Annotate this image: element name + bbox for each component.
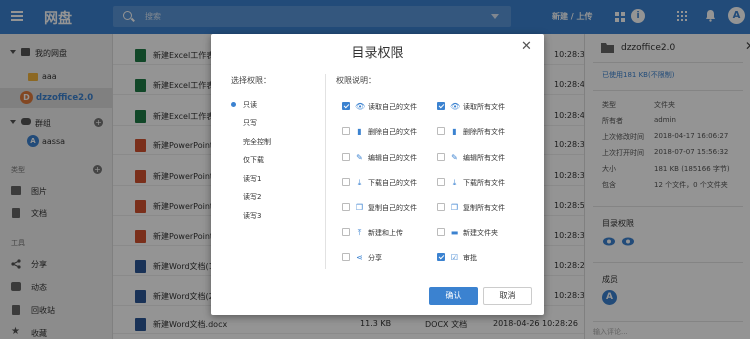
checkbox[interactable] — [342, 102, 350, 110]
radio-dot — [231, 157, 236, 162]
checkbox[interactable] — [437, 203, 445, 211]
copy-all-icon: ❐ — [450, 203, 459, 212]
permission-explain-label: 权限说明： — [336, 76, 376, 85]
checkbox[interactable] — [437, 178, 445, 186]
upload-icon: ⤒ — [357, 228, 362, 237]
download-icon: ⤓ — [357, 178, 362, 187]
copy-icon: ❐ — [355, 203, 364, 212]
column-divider — [325, 74, 326, 269]
checkbox[interactable] — [437, 253, 445, 261]
radio-dot — [231, 176, 236, 181]
cancel-button[interactable]: 取消 — [483, 287, 532, 305]
check-icon: ☑ — [450, 253, 459, 262]
checkbox[interactable] — [437, 228, 445, 236]
permission-dialog: 目录权限 ✕ 选择权限： 权限说明： 只读 只写 完全控制 仅下载 读写1 读写… — [211, 34, 544, 315]
trash-all-icon: ▮ — [452, 127, 457, 136]
checkbox[interactable] — [437, 153, 445, 161]
checkbox[interactable] — [437, 102, 445, 110]
select-permission-label: 选择权限： — [231, 76, 271, 85]
trash-icon: ▮ — [357, 127, 362, 136]
eye-all-icon: 👁 — [450, 102, 461, 111]
checkbox[interactable] — [342, 253, 350, 261]
radio-dot — [231, 120, 236, 125]
checkbox[interactable] — [342, 203, 350, 211]
radio-dot — [231, 102, 236, 107]
share-icon: ⋖ — [356, 253, 363, 262]
confirm-button[interactable]: 确认 — [429, 287, 478, 305]
checkbox[interactable] — [342, 153, 350, 161]
eye-icon: 👁 — [355, 102, 366, 111]
checkbox[interactable] — [342, 178, 350, 186]
dialog-title: 目录权限 — [351, 46, 404, 61]
pencil-all-icon: ✎ — [451, 153, 458, 162]
radio-dot — [231, 139, 236, 144]
checkbox[interactable] — [342, 127, 350, 135]
folder-icon: ▬ — [450, 228, 459, 237]
dialog-close-icon[interactable]: ✕ — [521, 39, 532, 54]
download-all-icon: ⤓ — [452, 178, 457, 187]
radio-dot — [231, 194, 236, 199]
radio-dot — [231, 213, 236, 218]
checkbox[interactable] — [437, 127, 445, 135]
checkbox[interactable] — [342, 228, 350, 236]
pencil-icon: ✎ — [356, 153, 363, 162]
